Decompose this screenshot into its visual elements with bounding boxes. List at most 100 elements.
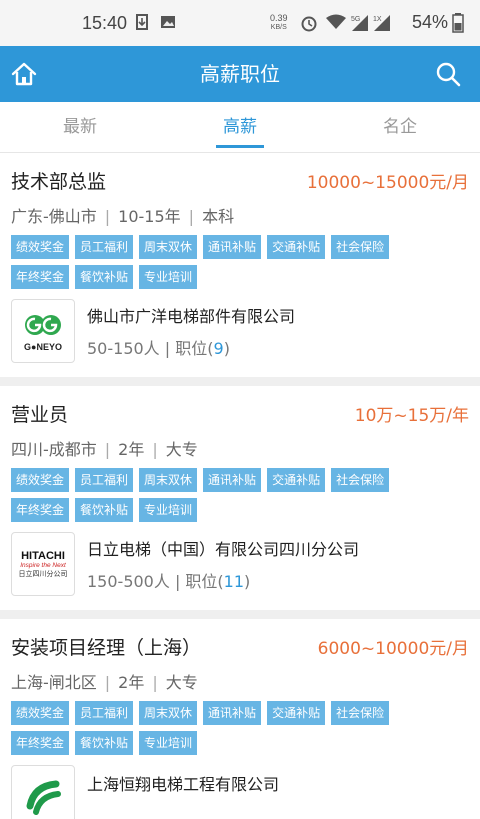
company-name: 日立电梯（中国）有限公司四川分公司 [87, 540, 360, 559]
signal-1x-icon: 1X [373, 15, 390, 31]
positions-label: 职位( [175, 339, 214, 358]
divider [0, 377, 480, 386]
company-details: 50-150人 | 职位(9) [87, 339, 230, 358]
job-title: 安装项目经理（上海） [11, 637, 202, 659]
battery: 54% [412, 12, 464, 33]
benefit-tag: 交通补贴 [267, 235, 326, 259]
company-name: 佛山市广洋电梯部件有限公司 [87, 307, 296, 326]
goneyo-logo-icon [25, 315, 61, 335]
company-logo [11, 765, 75, 819]
benefit-tag: 社会保险 [331, 701, 390, 725]
benefit-tag: 年终奖金 [11, 731, 70, 755]
benefit-tags: 绩效奖金 员工福利 周末双休 通讯补贴 交通补贴 社会保险 年终奖金 餐饮补贴 … [11, 235, 411, 289]
benefit-tag: 通讯补贴 [203, 701, 262, 725]
positions-count: 11 [223, 572, 245, 591]
job-meta: 上海-闸北区 | 2年 | 大专 [11, 673, 198, 692]
battery-level: 54% [411, 12, 448, 32]
hengxiang-logo-icon [26, 780, 61, 815]
divider [0, 610, 480, 619]
benefit-tag: 员工福利 [75, 701, 134, 725]
job-location: 广东-佛山市 [11, 207, 97, 226]
job-location: 上海-闸北区 [11, 673, 97, 692]
benefit-tags: 绩效奖金 员工福利 周末双休 通讯补贴 交通补贴 社会保险 年终奖金 餐饮补贴 … [11, 701, 411, 755]
tab-latest[interactable]: 最新 [0, 102, 160, 152]
job-education: 大专 [165, 440, 198, 459]
benefit-tag: 员工福利 [75, 468, 134, 492]
company-logo: HITACHI Inspire the Next 日立四川分公司 [11, 532, 75, 596]
job-title: 营业员 [11, 404, 69, 426]
tab-bar: 最新 高薪 名企 [0, 102, 480, 153]
logo-wordmark: G●NEYO [24, 342, 62, 352]
benefit-tag: 周末双休 [139, 235, 198, 259]
status-time: 15:40 [82, 13, 128, 33]
battery-icon [452, 12, 464, 33]
job-card[interactable]: 营业员 10万~15万/年 四川-成都市 | 2年 | 大专 绩效奖金 员工福利 周末双… [0, 386, 480, 610]
job-salary: 10000~15000元/月 [306, 173, 469, 193]
logo-wordmark: HITACHI [21, 549, 65, 562]
benefit-tag: 餐饮补贴 [75, 498, 134, 522]
svg-text:5G: 5G [351, 16, 360, 23]
benefit-tag: 交通补贴 [267, 701, 326, 725]
job-meta: 四川-成都市 | 2年 | 大专 [11, 440, 198, 459]
signal-5g-icon: 5G [351, 15, 368, 31]
benefit-tag: 绩效奖金 [11, 468, 70, 492]
search-icon[interactable] [434, 60, 462, 88]
benefit-tag: 餐饮补贴 [75, 731, 134, 755]
job-experience: 2年 [118, 440, 145, 459]
benefit-tags: 绩效奖金 员工福利 周末双休 通讯补贴 交通补贴 社会保险 年终奖金 餐饮补贴 … [11, 468, 411, 522]
positions-close: ) [223, 339, 230, 358]
image-icon [161, 16, 175, 28]
benefit-tag: 年终奖金 [11, 498, 70, 522]
job-experience: 10-15年 [118, 207, 181, 226]
job-location: 四川-成都市 [11, 440, 97, 459]
company-logo: G●NEYO [11, 299, 75, 363]
app-header: 高薪职位 [0, 46, 480, 102]
job-salary: 6000~10000元/月 [317, 639, 469, 659]
benefit-tag: 社会保险 [331, 235, 390, 259]
alarm-icon [301, 16, 317, 32]
logo-tagline: Inspire the Next [20, 561, 66, 569]
benefit-tag: 专业培训 [139, 265, 198, 289]
benefit-tag: 餐饮补贴 [75, 265, 134, 289]
benefit-tag: 周末双休 [139, 701, 198, 725]
net-speed-unit: KB/S [270, 24, 287, 31]
job-salary: 10万~15万/年 [354, 406, 469, 426]
positions-close: ) [244, 572, 251, 591]
benefit-tag: 通讯补贴 [203, 468, 262, 492]
benefit-tag: 专业培训 [139, 498, 198, 522]
company-details: 150-500人 | 职位(11) [87, 572, 251, 591]
tab-high-salary[interactable]: 高薪 [160, 102, 320, 152]
benefit-tag: 绩效奖金 [11, 235, 70, 259]
page-title: 高薪职位 [200, 62, 280, 86]
benefit-tag: 员工福利 [75, 235, 134, 259]
tab-famous-companies[interactable]: 名企 [320, 102, 480, 152]
job-title: 技术部总监 [11, 171, 107, 193]
positions-count: 9 [213, 339, 224, 358]
job-experience: 2年 [118, 673, 145, 692]
company-info[interactable]: HITACHI Inspire the Next 日立四川分公司 日立电梯（中国… [11, 532, 469, 596]
company-info[interactable]: 上海恒翔电梯工程有限公司 [11, 765, 469, 819]
download-icon [136, 14, 148, 30]
company-info[interactable]: G●NEYO 佛山市广洋电梯部件有限公司 50-150人 | 职位(9) [11, 299, 469, 363]
benefit-tag: 通讯补贴 [203, 235, 262, 259]
job-education: 本科 [202, 207, 235, 226]
status-bar: 15:40 0.39 KB/S 5G 1X 54% [0, 0, 480, 46]
wifi-icon [326, 14, 346, 29]
company-size: 50-150人 [87, 339, 160, 358]
benefit-tag: 专业培训 [139, 731, 198, 755]
benefit-tag: 年终奖金 [11, 265, 70, 289]
benefit-tag: 交通补贴 [267, 468, 326, 492]
job-meta: 广东-佛山市 | 10-15年 | 本科 [11, 207, 235, 226]
benefit-tag: 社会保险 [331, 468, 390, 492]
logo-branch: 日立四川分公司 [18, 570, 68, 578]
benefit-tag: 周末双休 [139, 468, 198, 492]
company-size: 150-500人 [87, 572, 170, 591]
company-name: 上海恒翔电梯工程有限公司 [87, 775, 280, 794]
net-speed-value: 0.39 [270, 13, 288, 23]
job-card[interactable]: 技术部总监 10000~15000元/月 广东-佛山市 | 10-15年 | 本科 绩效… [0, 153, 480, 377]
svg-text:1X: 1X [373, 16, 382, 23]
benefit-tag: 绩效奖金 [11, 701, 70, 725]
job-card[interactable]: 安装项目经理（上海） 6000~10000元/月 上海-闸北区 | 2年 | 大专 绩效… [0, 619, 480, 819]
net-speed: 0.39 KB/S [270, 14, 288, 32]
job-education: 大专 [165, 673, 198, 692]
